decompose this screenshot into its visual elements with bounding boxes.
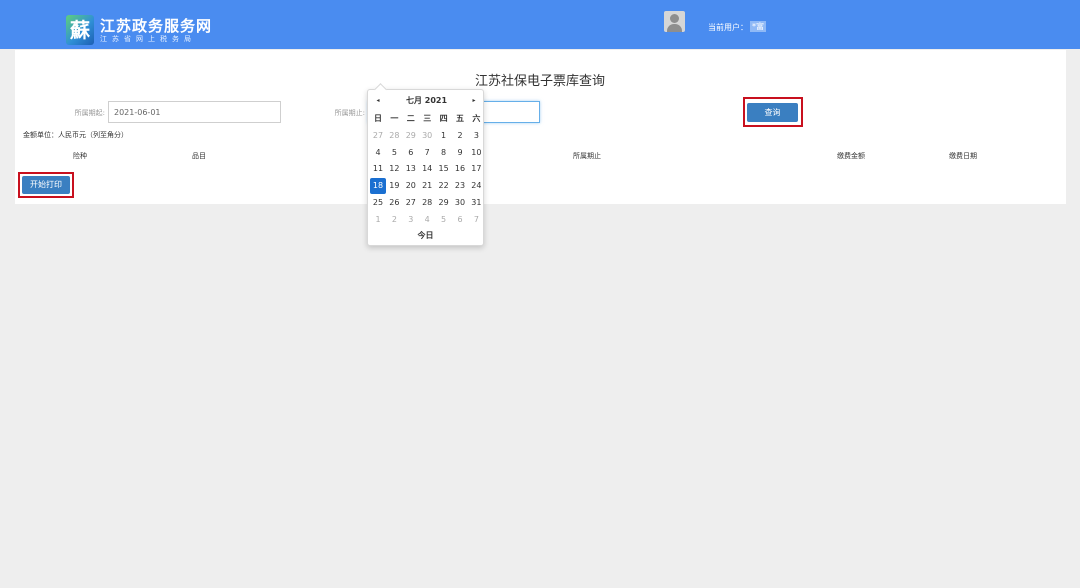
weekday-label: 四 xyxy=(439,114,448,123)
avatar-head xyxy=(670,14,679,23)
weekday-row: 日一二三四五六 xyxy=(370,111,483,128)
day-cell[interactable]: 1 xyxy=(370,212,386,228)
site-title[interactable]: 江苏政务服务网 xyxy=(100,15,212,36)
day-cell[interactable]: 4 xyxy=(419,212,435,228)
prev-month-icon[interactable]: ◂ xyxy=(370,95,386,107)
day-cell[interactable]: 30 xyxy=(419,128,435,144)
day-cell[interactable]: 15 xyxy=(436,161,452,177)
day-cell[interactable]: 28 xyxy=(419,195,435,211)
next-month-icon[interactable]: ▸ xyxy=(466,95,482,107)
day-cell[interactable]: 3 xyxy=(468,128,484,144)
amount-unit-value: 人民币元（列至角分） xyxy=(58,131,128,139)
week-row: 27 28 29 30 1 2 3 xyxy=(370,128,483,145)
selected-day[interactable]: 18 xyxy=(370,178,386,195)
day-cell[interactable]: 25 xyxy=(370,195,386,211)
day-cell[interactable]: 28 xyxy=(386,128,402,144)
weekday-label: 日 xyxy=(374,114,382,123)
day-cell[interactable]: 6 xyxy=(452,212,468,228)
avatar-body xyxy=(667,24,682,32)
day-cell[interactable]: 22 xyxy=(436,178,452,194)
column-header-insurance-type: 险种 xyxy=(73,152,87,160)
day-cell[interactable]: 8 xyxy=(436,145,452,161)
day-cell[interactable]: 13 xyxy=(403,161,419,177)
day-cell[interactable]: 4 xyxy=(370,145,386,161)
day-cell[interactable]: 2 xyxy=(452,128,468,144)
day-cell[interactable]: 7 xyxy=(468,212,484,228)
current-user-label: 当前用户： xyxy=(708,23,748,32)
day-cell[interactable]: 26 xyxy=(386,195,402,211)
site-subtitle: 江苏省网上税务局 xyxy=(100,35,196,43)
datepicker-popup: ◂ 七月 2021 ▸ 日一二三四五六 27 28 29 30 1 2 3 4 5 6 7 8 9 10 11… xyxy=(367,89,484,246)
day-cell[interactable]: 20 xyxy=(403,178,419,194)
start-print-button[interactable]: 开始打印 xyxy=(22,176,70,194)
week-row: 25 26 27 28 29 30 31 xyxy=(370,195,483,212)
day-cell[interactable]: 12 xyxy=(386,161,402,177)
day-cell[interactable]: 21 xyxy=(419,178,435,194)
day-cell[interactable]: 6 xyxy=(403,145,419,161)
column-header-payment-date: 缴费日期 xyxy=(949,152,977,160)
current-user-name[interactable]: *富 xyxy=(750,21,766,32)
day-cell[interactable]: 2 xyxy=(386,212,402,228)
weekday-label: 一 xyxy=(390,114,399,123)
datepicker-grid: 日一二三四五六 27 28 29 30 1 2 3 4 5 6 7 8 9 10 11 12 13 14 15 16 17… xyxy=(370,111,483,229)
today-button[interactable]: 今日 xyxy=(368,230,483,241)
site-logo[interactable]: 蘇 xyxy=(66,15,94,45)
week-row: 18 19 20 21 22 23 24 xyxy=(370,178,483,195)
amount-unit-label: 金额单位：人民币元（列至角分） xyxy=(23,130,128,140)
day-cell[interactable]: 24 xyxy=(468,178,484,194)
page-title: 江苏社保电子票库查询 xyxy=(474,74,605,89)
weekday-label: 三 xyxy=(423,114,432,123)
day-cell[interactable]: 17 xyxy=(468,161,484,177)
day-cell[interactable]: 19 xyxy=(386,178,402,194)
day-cell[interactable]: 27 xyxy=(403,195,419,211)
day-cell[interactable]: 9 xyxy=(452,145,468,161)
weekday-label: 六 xyxy=(472,114,481,123)
day-cell[interactable]: 27 xyxy=(370,128,386,144)
day-cell[interactable]: 31 xyxy=(468,195,484,211)
day-cell[interactable]: 29 xyxy=(436,195,452,211)
amount-unit-caption: 金额单位： xyxy=(23,131,58,139)
start-period-label: 所属期起: xyxy=(74,109,105,117)
day-cell[interactable]: 10 xyxy=(468,145,484,161)
day-cell[interactable]: 29 xyxy=(403,128,419,144)
column-header-payment-amount: 缴费金额 xyxy=(837,152,865,160)
day-cell[interactable]: 11 xyxy=(370,161,386,177)
day-cell[interactable]: 1 xyxy=(436,128,452,144)
column-header-period-end: 所属期止 xyxy=(573,152,601,160)
datepicker-month-title[interactable]: 七月 2021 xyxy=(388,95,465,107)
user-avatar-icon[interactable] xyxy=(664,11,685,32)
day-cell[interactable]: 3 xyxy=(403,212,419,228)
day-cell[interactable]: 5 xyxy=(436,212,452,228)
weekday-label: 二 xyxy=(406,114,415,123)
column-header-item: 品目 xyxy=(192,152,206,160)
day-cell[interactable]: 5 xyxy=(386,145,402,161)
week-row: 1234567 xyxy=(370,212,483,229)
day-cell[interactable]: 23 xyxy=(452,178,468,194)
day-cell[interactable]: 14 xyxy=(419,161,435,177)
weekday-label: 五 xyxy=(456,114,464,123)
day-cell[interactable]: 16 xyxy=(452,161,468,177)
day-cell[interactable]: 30 xyxy=(452,195,468,211)
top-header: 蘇 江苏政务服务网 江苏省网上税务局 当前用户： *富 xyxy=(0,0,1080,49)
logo-glyph: 蘇 xyxy=(70,18,90,42)
week-row: 11 12 13 14 15 16 17 xyxy=(370,161,483,178)
end-period-label: 所属期止: xyxy=(334,109,365,117)
day-cell[interactable]: 7 xyxy=(419,145,435,161)
week-row: 4 5 6 7 8 9 10 xyxy=(370,145,483,162)
query-button[interactable]: 查询 xyxy=(747,103,798,122)
start-period-input[interactable] xyxy=(108,101,281,123)
